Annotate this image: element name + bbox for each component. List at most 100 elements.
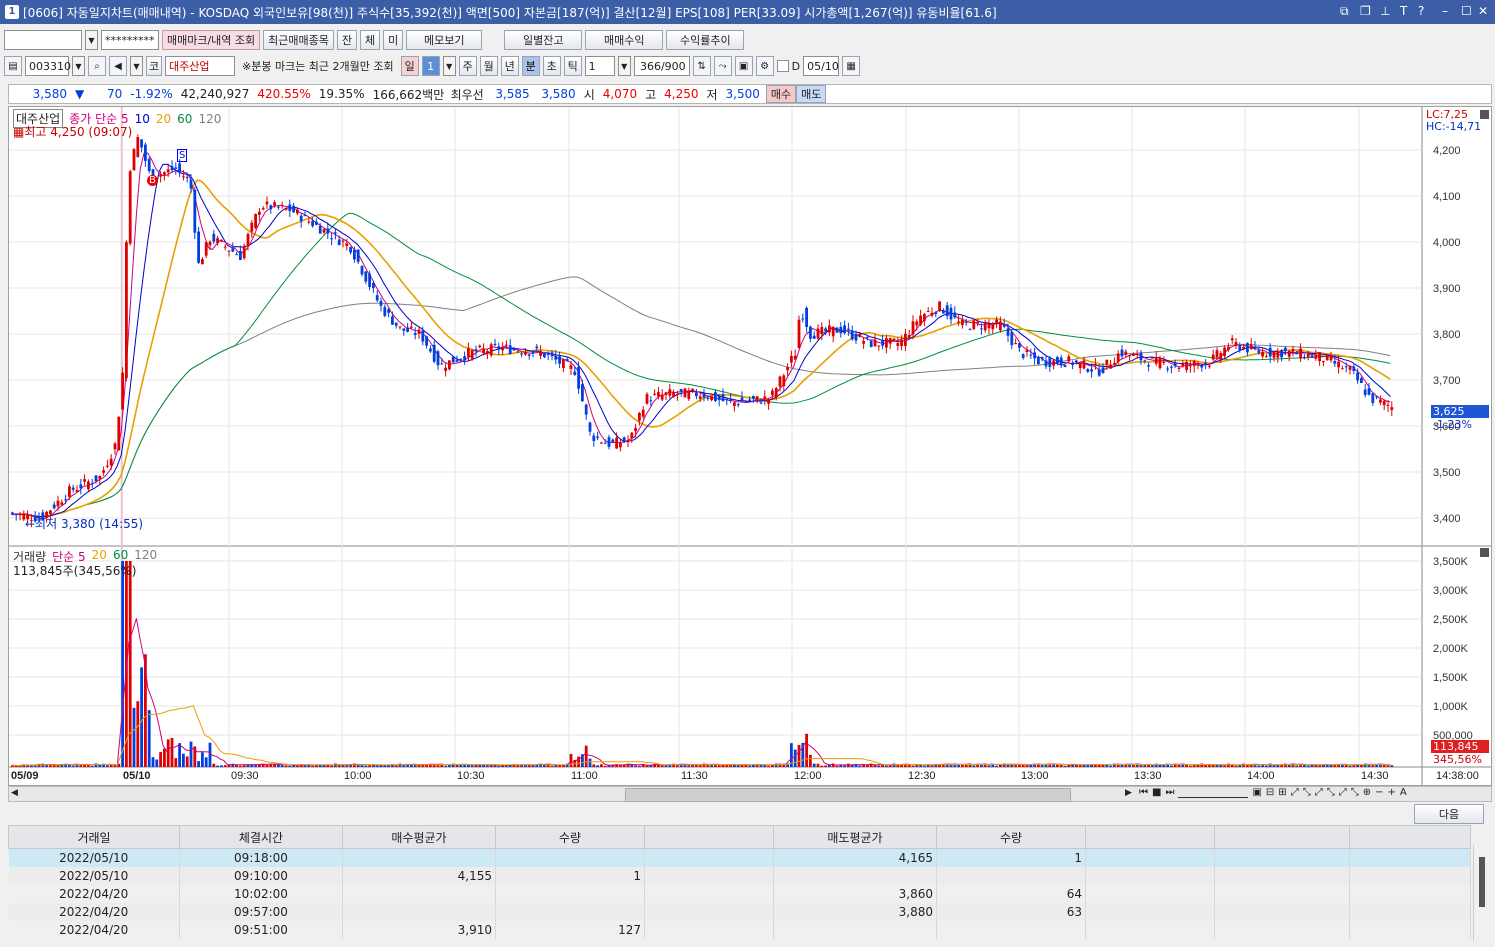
scroll-right-icon[interactable]: ▶ [1125,788,1132,798]
table-scroll-thumb[interactable] [1479,857,1485,907]
drawing-icon[interactable]: ⤳ [713,56,732,76]
candle-body [486,351,489,354]
password-input[interactable]: ********* [101,30,159,50]
col-sell-avg[interactable]: 매도평균가 [773,825,937,849]
period-dropdown[interactable]: ▼ [442,56,456,76]
period-year[interactable]: 년 [500,56,519,76]
interval-input[interactable]: 1 [584,56,615,76]
sell-mark[interactable]: S [177,149,188,162]
period-month[interactable]: 월 [479,56,498,76]
account-input[interactable] [4,30,82,50]
tool6-icon[interactable]: ⤢ [1315,787,1323,798]
next-button[interactable]: 다음 [1414,804,1484,824]
volume-bar [94,763,98,767]
font-icon[interactable]: T [1400,4,1407,18]
col-trade-date[interactable]: 거래일 [8,825,180,849]
return-trend-button[interactable]: 수익률추이 [666,30,745,50]
minimize-icon[interactable]: – [1442,4,1448,18]
close-icon[interactable]: ✕ [1478,4,1488,18]
maximize-icon[interactable]: ☐ [1461,4,1472,18]
period-value[interactable]: 1 [421,56,440,76]
che-button[interactable]: 체 [360,30,381,50]
tool8-icon[interactable]: ⤢ [1339,787,1347,798]
sell-button[interactable]: 매도 [796,85,827,103]
tool7-icon[interactable]: ⤡ [1327,787,1335,798]
col-exec-time[interactable]: 체결시간 [179,825,343,849]
first-icon[interactable]: ⏮ [1139,787,1148,798]
table-row[interactable]: 2022/05/10 09:18:00 4,165 1 [8,848,1471,867]
zoom-slider[interactable] [1178,787,1249,798]
save-icon[interactable]: ▣ [734,56,753,76]
font-a-icon[interactable]: A [1400,787,1407,798]
period-minute[interactable]: 분 [521,56,540,76]
speaker-icon[interactable]: ◀ [109,56,127,76]
minus-icon[interactable]: − [1375,787,1383,798]
memo-button[interactable]: 메모보기 [406,30,483,50]
account-dropdown[interactable]: ▼ [85,30,98,50]
last-icon[interactable]: ⏭ [1165,787,1174,798]
interval-dropdown[interactable]: ▼ [617,56,631,76]
tool3-icon[interactable]: ⊞ [1278,787,1286,798]
candle-body [824,328,827,332]
stop-icon[interactable]: ■ [1152,787,1161,798]
calc-icon[interactable]: ▦ [13,125,24,139]
chart-area[interactable]: 4,200 4,100 4,000 3,900 3,800 3,700 3,600 3,500… [8,106,1492,786]
stock-name-field[interactable]: 대주산업 [165,56,235,76]
tool5-icon[interactable]: ⤡ [1303,787,1311,798]
trade-profit-button[interactable]: 매매수익 [585,30,664,50]
table-row[interactable]: 2022/04/20 10:02:00 3,860 64 [8,885,1471,903]
chart-scrollbar[interactable]: ◀ ▶ ⏮ ■ ⏭ ▣ ⊟ ⊞ ⤢ ⤡ ⤢ ⤡ ⤢ ⤡ ⊕ − + A [8,786,1492,802]
window-restore-icon[interactable]: ⧉ [1340,4,1349,19]
period-second[interactable]: 초 [542,56,561,76]
period-day[interactable]: 일 [400,56,419,76]
scroll-left-icon[interactable]: ◀ [11,788,18,798]
tool4-icon[interactable]: ⤢ [1291,787,1299,798]
table-scrollbar[interactable] [1473,845,1492,941]
panel-toggle-icon[interactable] [1480,548,1489,557]
jan-button[interactable]: 잔 [336,30,358,50]
tool1-icon[interactable]: ▣ [1252,787,1261,798]
pin-icon[interactable]: ⊥ [1380,4,1390,18]
mi-button[interactable]: 미 [383,30,404,50]
candle-body [1181,364,1185,366]
col-sell-qty[interactable]: 수량 [936,825,1086,849]
chart-svg[interactable]: 4,2004,1004,0003,9003,8003,7003,6003,500… [9,107,1491,785]
search-icon[interactable]: ⌕ [88,56,106,76]
candle-body [372,282,375,289]
help-icon[interactable]: ? [1418,4,1424,18]
candle-body [645,394,649,404]
candle-body [603,442,607,444]
popout-icon[interactable]: ❐ [1360,4,1371,18]
col-buy-qty[interactable]: 수량 [495,825,645,849]
buy-button[interactable]: 매수 [765,85,797,103]
table-row[interactable]: 2022/04/20 09:57:00 3,880 63 [8,903,1471,921]
mark-query-button[interactable]: 매매마크/내역 조회 [162,30,261,50]
indicator-icon[interactable]: ⇅ [692,56,711,76]
table-row[interactable]: 2022/05/10 09:10:00 4,155 1 [8,867,1471,885]
stock-code-input[interactable]: 003310 [25,56,71,76]
calendar-icon[interactable]: ▦ [842,56,861,76]
d-checkbox[interactable] [776,60,789,72]
chart-type-icon[interactable]: ▤ [4,56,22,76]
settings-gear-icon[interactable]: ⚙ [755,56,774,76]
plus-icon[interactable]: + [1387,787,1395,798]
col-buy-avg[interactable]: 매수평균가 [342,825,496,849]
stock-code-dropdown[interactable]: ▼ [72,56,85,76]
recent-trades-button[interactable]: 최근매매종목 [263,30,334,50]
candle-body [516,351,520,353]
candle-body [577,366,580,389]
speaker-dropdown[interactable]: ▼ [130,56,143,76]
candle-body [706,397,710,399]
tool10-icon[interactable]: ⊕ [1363,787,1371,798]
daily-balance-button[interactable]: 일별잔고 [504,30,583,50]
buy-mark[interactable]: B [147,175,158,186]
count-input[interactable]: 366/900 [633,56,690,76]
panel-toggle-icon-top[interactable] [1480,110,1489,119]
date-input[interactable]: 05/10 [803,56,840,76]
period-week[interactable]: 주 [458,56,477,76]
tool9-icon[interactable]: ⤡ [1351,787,1359,798]
scroll-thumb[interactable] [625,788,1071,802]
tool2-icon[interactable]: ⊟ [1266,787,1274,798]
table-row[interactable]: 2022/04/20 09:51:00 3,910 127 [8,921,1471,939]
period-tick[interactable]: 틱 [563,56,582,76]
